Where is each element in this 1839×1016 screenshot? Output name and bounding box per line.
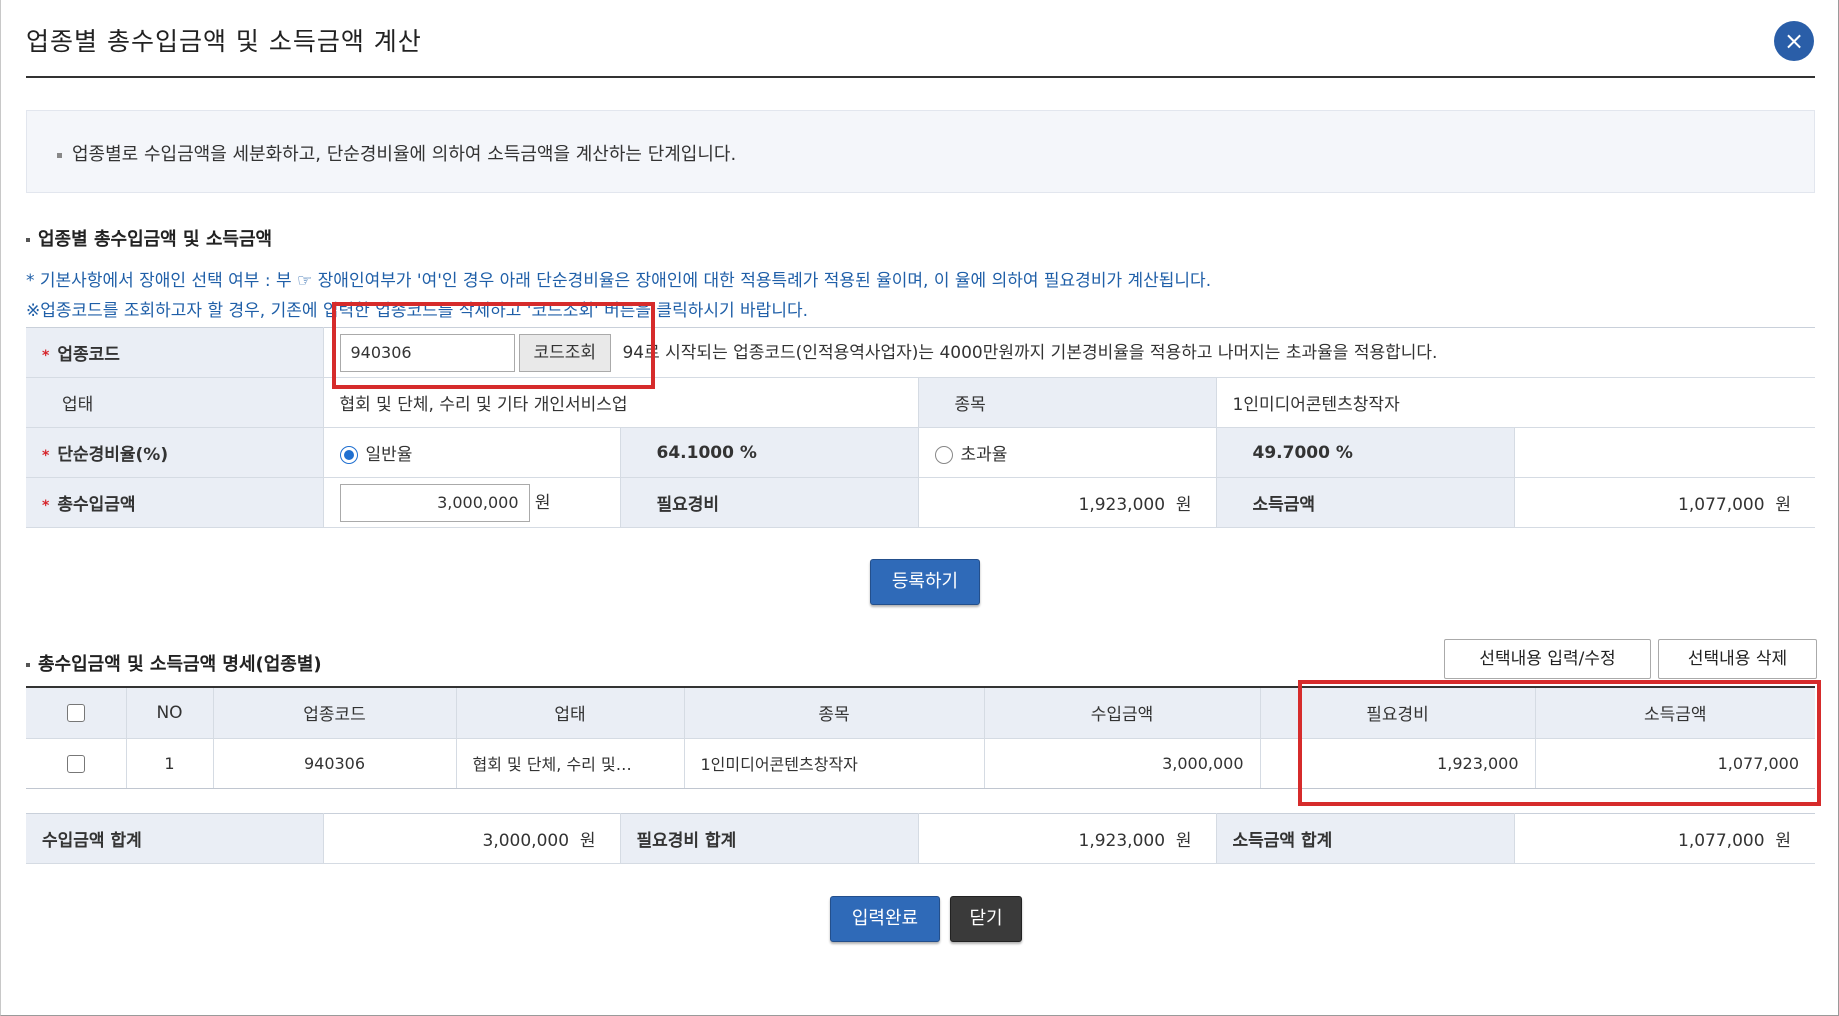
row-expense: 1,923,000 <box>1260 738 1536 789</box>
total-income-cell: 1,077,000 원 <box>1514 813 1815 864</box>
detail-table: NO 업종코드 업태 종목 수입금액 필요경비 소득금액 1 940306 협회… <box>26 686 1815 789</box>
rate-label: 단순경비율(%) <box>57 445 169 465</box>
row-type: 협회 및 단체, 수리 및… <box>456 738 685 789</box>
table-header-row: NO 업종코드 업태 종목 수입금액 필요경비 소득금액 <box>26 687 1815 739</box>
section-title-text: 총수입금액 및 소득금액 명세(업종별) <box>38 654 322 675</box>
required-star: * <box>42 348 50 364</box>
total-income-label: 소득금액 합계 <box>1216 813 1515 864</box>
expense-value: 1,923,000 <box>1078 495 1166 515</box>
code-input-cell: 940306 코드조회 94로 시작되는 업종코드(인적용역사업자)는 4000만… <box>323 327 1816 378</box>
total-expense-cell: 1,923,000 원 <box>918 813 1217 864</box>
header-type: 업태 <box>456 687 685 739</box>
code-search-button[interactable]: 코드조회 <box>518 333 612 372</box>
header-code: 업종코드 <box>213 687 457 739</box>
expense-value-cell: 1,923,000 원 <box>918 477 1217 528</box>
total-income-unit: 원 <box>1775 831 1791 851</box>
title-divider <box>26 76 1815 78</box>
edit-selected-button[interactable]: 선택내용 입력/수정 <box>1444 639 1651 679</box>
bullet-icon <box>26 663 30 667</box>
header-no: NO <box>126 687 214 739</box>
select-all-cell[interactable] <box>26 687 127 739</box>
bullet-icon <box>57 152 62 158</box>
revenue-input-cell: 3,000,000 원 <box>323 477 621 528</box>
complete-button[interactable]: 입력완료 <box>830 896 940 942</box>
bullet-icon <box>26 238 30 242</box>
rate-excess-option[interactable]: 초과율 <box>918 427 1217 478</box>
header-item: 종목 <box>684 687 985 739</box>
income-unit: 원 <box>1775 495 1792 515</box>
expense-unit: 원 <box>1175 495 1192 515</box>
business-code-input[interactable]: 940306 <box>339 333 515 372</box>
required-star: * <box>42 448 50 464</box>
revenue-label: 총수입금액 <box>57 495 136 515</box>
rate-excess-radio[interactable] <box>934 446 953 464</box>
item-value: 1인미디어콘텐츠창작자 <box>1216 377 1816 428</box>
total-revenue-cell: 3,000,000 원 <box>323 813 621 864</box>
code-hint: 94로 시작되는 업종코드(인적용역사업자)는 4000만원까지 기본경비율을 … <box>622 342 1438 363</box>
code-notice: ※업종코드를 조회하고자 할 경우, 기존에 입력한 업종코드를 삭제하고 '코… <box>26 301 808 321</box>
close-button[interactable]: 닫기 <box>950 896 1022 942</box>
total-expense-label: 필요경비 합계 <box>620 813 919 864</box>
form-row-revenue: * 총수입금액 3,000,000 원 필요경비 1,923,000 원 소득금액… <box>26 477 1816 528</box>
notice-box: 업종별로 수입금액을 세분화하고, 단순경비율에 의하여 소득금액을 계산하는 … <box>26 110 1815 193</box>
header-income: 소득금액 <box>1535 687 1815 739</box>
row-item: 1인미디어콘텐츠창작자 <box>684 738 985 789</box>
row-no: 1 <box>126 738 214 789</box>
row-select-cell[interactable] <box>26 738 127 789</box>
form-row-rate: * 단순경비율(%) 일반율 64.1000 % 초과율 49.7000 % <box>26 427 1816 478</box>
item-label: 종목 <box>918 377 1217 428</box>
totals-table: 수입금액 합계 3,000,000 원 필요경비 합계 1,923,000 원 … <box>26 813 1815 864</box>
rate-excess-label: 초과율 <box>960 445 1008 465</box>
total-revenue-value: 3,000,000 <box>482 831 570 851</box>
section-title-text: 업종별 총수입금액 및 소득금액 <box>38 229 273 250</box>
revenue-label-cell: * 총수입금액 <box>26 477 324 528</box>
rate-general-radio[interactable] <box>339 446 358 464</box>
row-income: 1,077,000 <box>1535 738 1815 789</box>
form-row-code: * 업종코드 940306 코드조회 94로 시작되는 업종코드(인적용역사업자)는… <box>26 327 1816 378</box>
revenue-input[interactable]: 3,000,000 <box>339 483 530 522</box>
total-revenue-label: 수입금액 합계 <box>26 813 324 864</box>
code-label: 업종코드 <box>57 345 120 365</box>
dialog-title: 업종별 총수입금액 및 소득금액 계산 <box>26 27 422 56</box>
required-star: * <box>42 498 50 514</box>
revenue-unit: 원 <box>534 492 551 513</box>
delete-selected-button[interactable]: 선택내용 삭제 <box>1658 639 1817 679</box>
total-expense-value: 1,923,000 <box>1078 831 1166 851</box>
header-expense: 필요경비 <box>1260 687 1536 739</box>
total-income-value: 1,077,000 <box>1678 831 1765 851</box>
totals-row: 수입금액 합계 3,000,000 원 필요경비 합계 1,923,000 원 … <box>26 813 1815 864</box>
disability-info: * 기본사항에서 장애인 선택 여부 : 부 ☞ 장애인여부가 '여'인 경우 … <box>26 271 1212 291</box>
row-code: 940306 <box>213 738 457 789</box>
total-revenue-unit: 원 <box>579 831 596 851</box>
register-button[interactable]: 등록하기 <box>870 559 980 605</box>
rate-empty-cell <box>1514 427 1816 478</box>
business-type-value: 협회 및 단체, 수리 및 기타 개인서비스업 <box>323 377 919 428</box>
code-label-cell: * 업종코드 <box>26 327 324 378</box>
income-value: 1,077,000 <box>1678 495 1765 515</box>
close-icon[interactable]: × <box>1774 21 1814 61</box>
header-revenue: 수입금액 <box>984 687 1261 739</box>
notice-text: 업종별로 수입금액을 세분화하고, 단순경비율에 의하여 소득금액을 계산하는 … <box>72 144 737 165</box>
rate-excess-value: 49.7000 % <box>1216 427 1515 478</box>
table-row[interactable]: 1 940306 협회 및 단체, 수리 및… 1인미디어콘텐츠창작자 3,00… <box>26 738 1815 789</box>
dialog: 업종별 총수입금액 및 소득금액 계산 × 업종별로 수입금액을 세분화하고, … <box>0 0 1839 1016</box>
row-checkbox[interactable] <box>66 754 85 773</box>
expense-label: 필요경비 <box>620 477 919 528</box>
rate-general-label: 일반율 <box>365 445 413 465</box>
select-all-checkbox[interactable] <box>66 703 85 722</box>
rate-general-option[interactable]: 일반율 <box>323 427 621 478</box>
rate-label-cell: * 단순경비율(%) <box>26 427 324 478</box>
total-expense-unit: 원 <box>1175 831 1192 851</box>
form-row-type: 업태 협회 및 단체, 수리 및 기타 개인서비스업 종목 1인미디어콘텐츠창작… <box>26 377 1816 428</box>
rate-general-value: 64.1000 % <box>620 427 919 478</box>
business-type-label: 업태 <box>26 377 324 428</box>
row-revenue: 3,000,000 <box>984 738 1261 789</box>
income-form-table: * 업종코드 940306 코드조회 94로 시작되는 업종코드(인적용역사업자)는… <box>26 327 1816 528</box>
income-value-cell: 1,077,000 원 <box>1514 477 1816 528</box>
section-title-detail: 총수입금액 및 소득금액 명세(업종별) <box>26 650 322 676</box>
income-label: 소득금액 <box>1216 477 1515 528</box>
section-title-income: 업종별 총수입금액 및 소득금액 <box>26 225 272 251</box>
